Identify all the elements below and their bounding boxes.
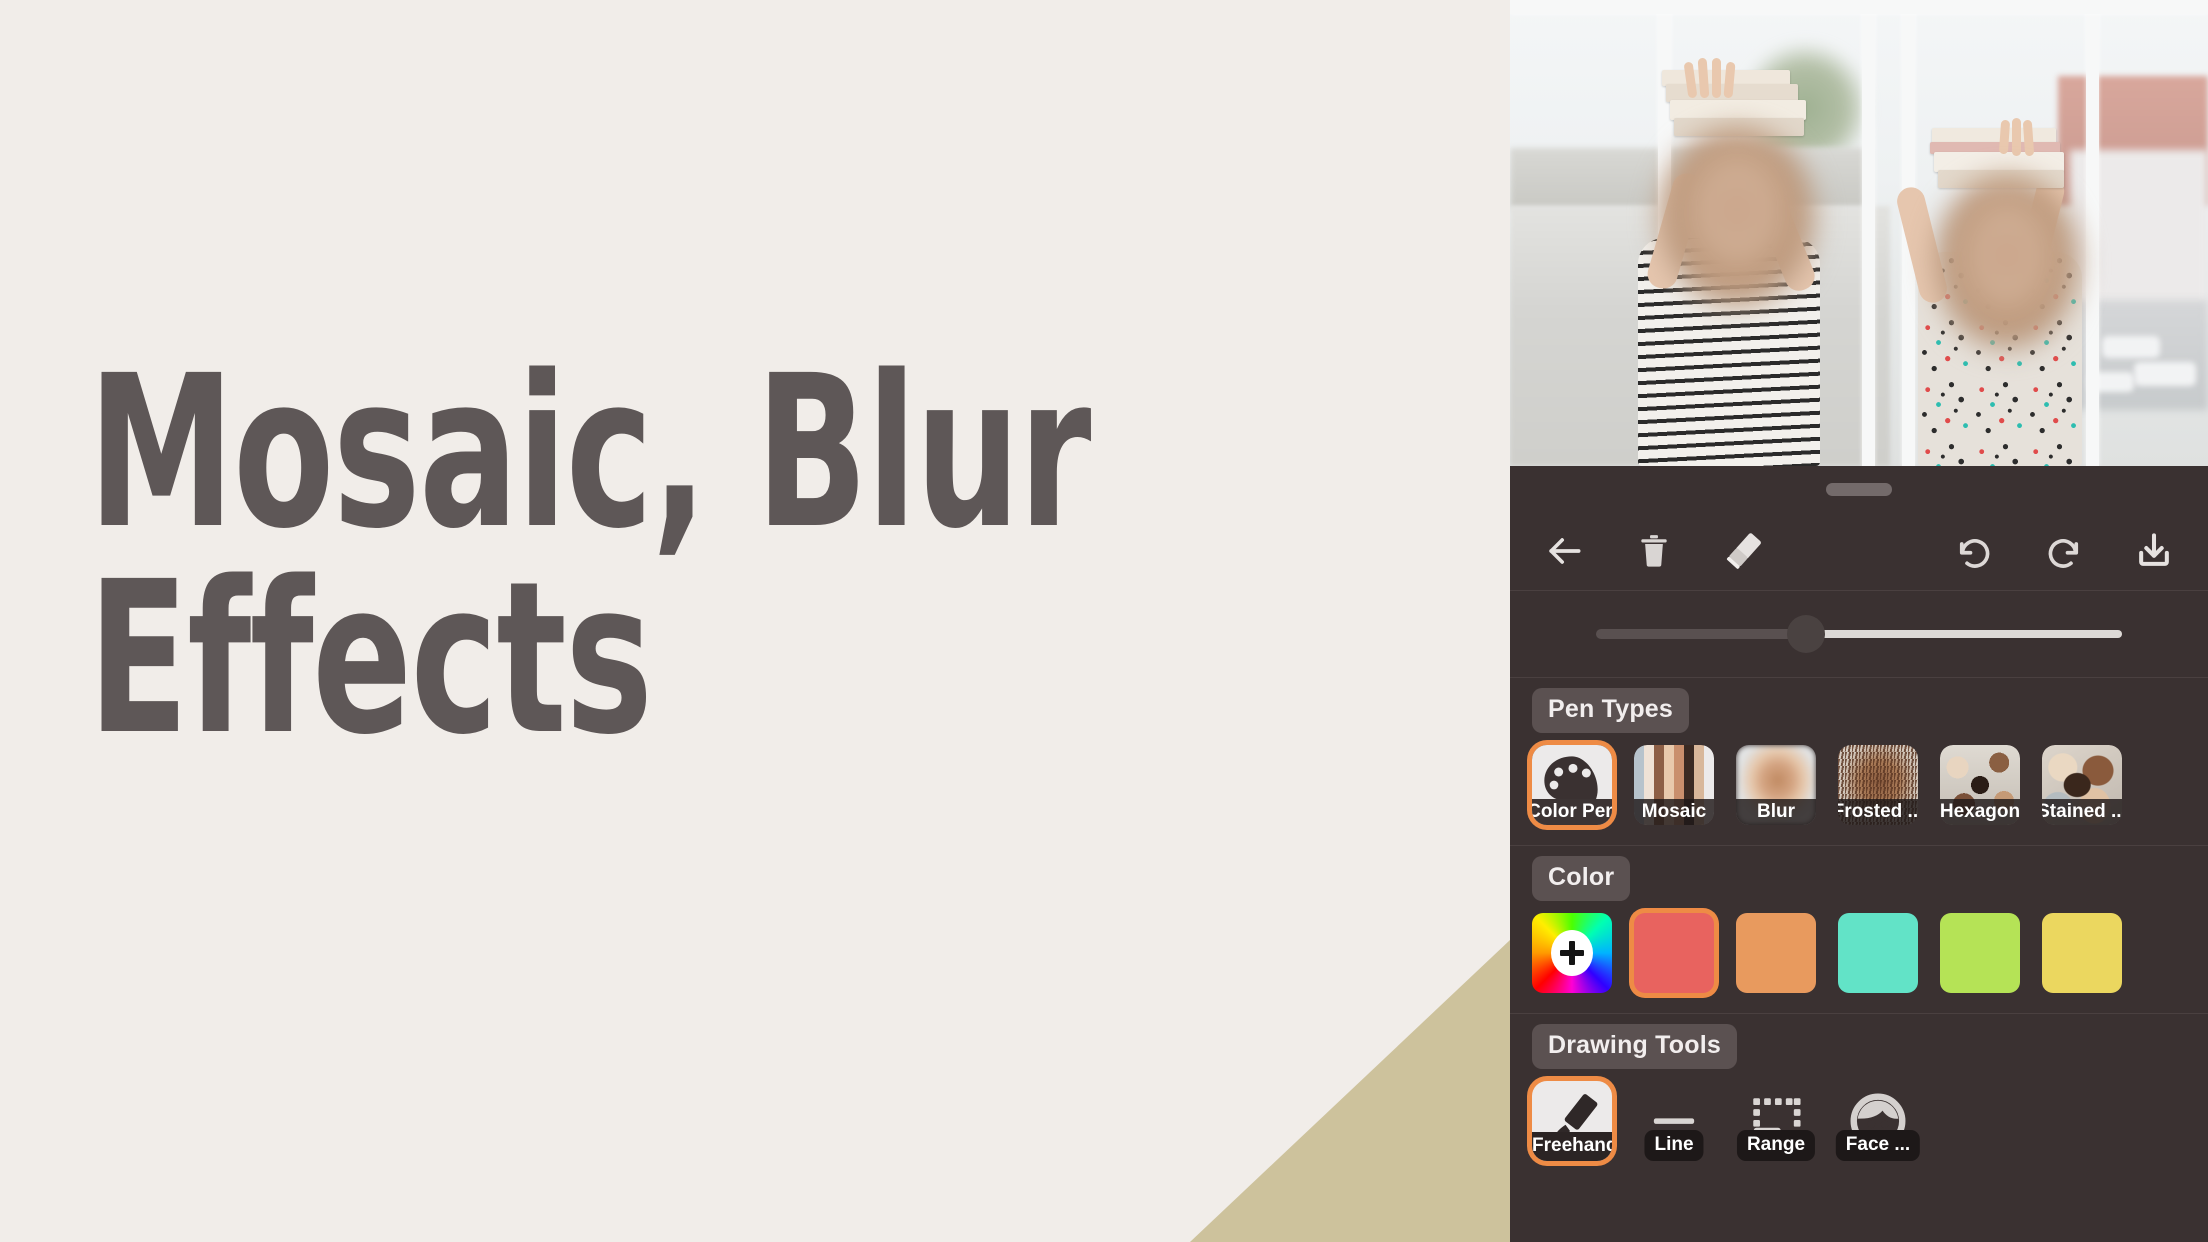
drawing-tools-section: Drawing Tools Freehand Line Range Face .… xyxy=(1510,1014,2208,1181)
color-swatch-lime[interactable] xyxy=(1940,913,2020,993)
pen-type-frosted-glass[interactable]: Frosted ... xyxy=(1838,745,1918,825)
pen-types-section: Pen Types Color Pen Mosaic Blur Frosted … xyxy=(1510,678,2208,846)
eraser-button[interactable] xyxy=(1712,519,1776,583)
pen-types-label: Pen Types xyxy=(1532,688,1689,733)
parked-car xyxy=(2134,362,2196,386)
pen-type-color-pen[interactable]: Color Pen xyxy=(1532,745,1612,825)
pen-type-mosaic[interactable]: Mosaic xyxy=(1634,745,1714,825)
pen-type-blur[interactable]: Blur xyxy=(1736,745,1816,825)
brush-size-slider-row[interactable] xyxy=(1510,591,2208,678)
pen-type-label: Hexagon xyxy=(1940,799,2020,825)
drawing-tools-label-row: Drawing Tools xyxy=(1510,1014,2208,1069)
color-label: Color xyxy=(1532,856,1631,901)
color-swatch-list xyxy=(1510,901,2208,1013)
plus-icon xyxy=(1569,941,1575,965)
book xyxy=(1934,152,2064,172)
redo-button[interactable] xyxy=(2032,519,2096,583)
color-picker-add-button[interactable] xyxy=(1532,913,1612,993)
slider-track-left xyxy=(1596,629,1807,639)
pen-type-label: Blur xyxy=(1736,799,1816,825)
page-title: Mosaic, Blur Effects xyxy=(88,330,1468,781)
sheet-drag-handle[interactable] xyxy=(1826,482,1892,496)
pen-type-label: Color Pen xyxy=(1532,799,1612,825)
back-button[interactable] xyxy=(1532,519,1596,583)
slider-track-right xyxy=(1806,630,2122,638)
drawing-tool-face-detect[interactable]: Face ... xyxy=(1835,1081,1921,1161)
parked-car xyxy=(2102,336,2160,358)
child-right-finger xyxy=(2012,118,2021,156)
pen-types-list: Color Pen Mosaic Blur Frosted ... xyxy=(1510,733,2208,845)
app-panel: Pen Types Color Pen Mosaic Blur Frosted … xyxy=(1510,0,2208,1242)
add-color-disc xyxy=(1551,930,1593,976)
eraser-icon xyxy=(1726,533,1761,569)
title-line-2: Effects xyxy=(88,535,653,781)
trash-icon xyxy=(1641,535,1667,567)
drawing-tool-freehand[interactable]: Freehand xyxy=(1532,1081,1612,1161)
save-button[interactable] xyxy=(2122,519,2186,583)
back-arrow-icon xyxy=(1549,538,1581,564)
child-right-blurred-face xyxy=(1932,176,2082,352)
window-mullion xyxy=(1862,0,1875,466)
drawing-tools-list: Freehand Line Range Face ... xyxy=(1510,1069,2208,1181)
pen-type-label: Stained ... xyxy=(2042,799,2122,825)
color-swatch-orange[interactable] xyxy=(1736,913,1816,993)
child-left-finger xyxy=(1712,58,1721,98)
child-left-blurred-face xyxy=(1656,128,1818,310)
drawing-tool-label: Range xyxy=(1736,1130,1816,1161)
photo-preview[interactable] xyxy=(1510,0,2208,466)
drawing-tool-line[interactable]: Line xyxy=(1634,1081,1714,1161)
drawing-tool-label: Freehand xyxy=(1532,1132,1612,1161)
editor-toolbar xyxy=(1510,512,2208,591)
drawing-tool-label: Line xyxy=(1644,1130,1704,1161)
drawing-tool-range[interactable]: Range xyxy=(1736,1081,1816,1161)
drawing-tool-label: Face ... xyxy=(1835,1130,1921,1161)
pen-types-label-row: Pen Types xyxy=(1510,678,2208,733)
color-section: Color xyxy=(1510,846,2208,1014)
pen-type-label: Frosted ... xyxy=(1838,799,1918,825)
pen-type-label: Mosaic xyxy=(1634,799,1714,825)
color-swatch-red[interactable] xyxy=(1634,913,1714,993)
pen-type-stained-glass[interactable]: Stained ... xyxy=(2042,745,2122,825)
screenshot-root: Mosaic, Blur Effects Pen Types Color Pen… xyxy=(0,0,2208,1242)
window-mullion xyxy=(1510,0,2208,14)
color-swatch-yellow[interactable] xyxy=(2042,913,2122,993)
slider-thumb[interactable] xyxy=(1787,615,1826,653)
sheet-drag-handle-area[interactable] xyxy=(1510,466,2208,512)
drawing-tools-label: Drawing Tools xyxy=(1532,1024,1737,1069)
undo-icon xyxy=(1959,539,1990,568)
undo-button[interactable] xyxy=(1942,519,2006,583)
color-swatch-teal[interactable] xyxy=(1838,913,1918,993)
download-icon xyxy=(2139,533,2169,566)
pen-type-hexagon[interactable]: Hexagon xyxy=(1940,745,2020,825)
delete-button[interactable] xyxy=(1622,519,1686,583)
title-line-1: Mosaic, Blur xyxy=(88,330,1091,575)
color-label-row: Color xyxy=(1510,846,2208,901)
editor-controls: Pen Types Color Pen Mosaic Blur Frosted … xyxy=(1510,466,2208,1181)
book xyxy=(1670,100,1806,120)
redo-icon xyxy=(2048,539,2079,568)
window-mullion xyxy=(2086,0,2099,466)
brush-size-slider[interactable] xyxy=(1596,615,2122,653)
